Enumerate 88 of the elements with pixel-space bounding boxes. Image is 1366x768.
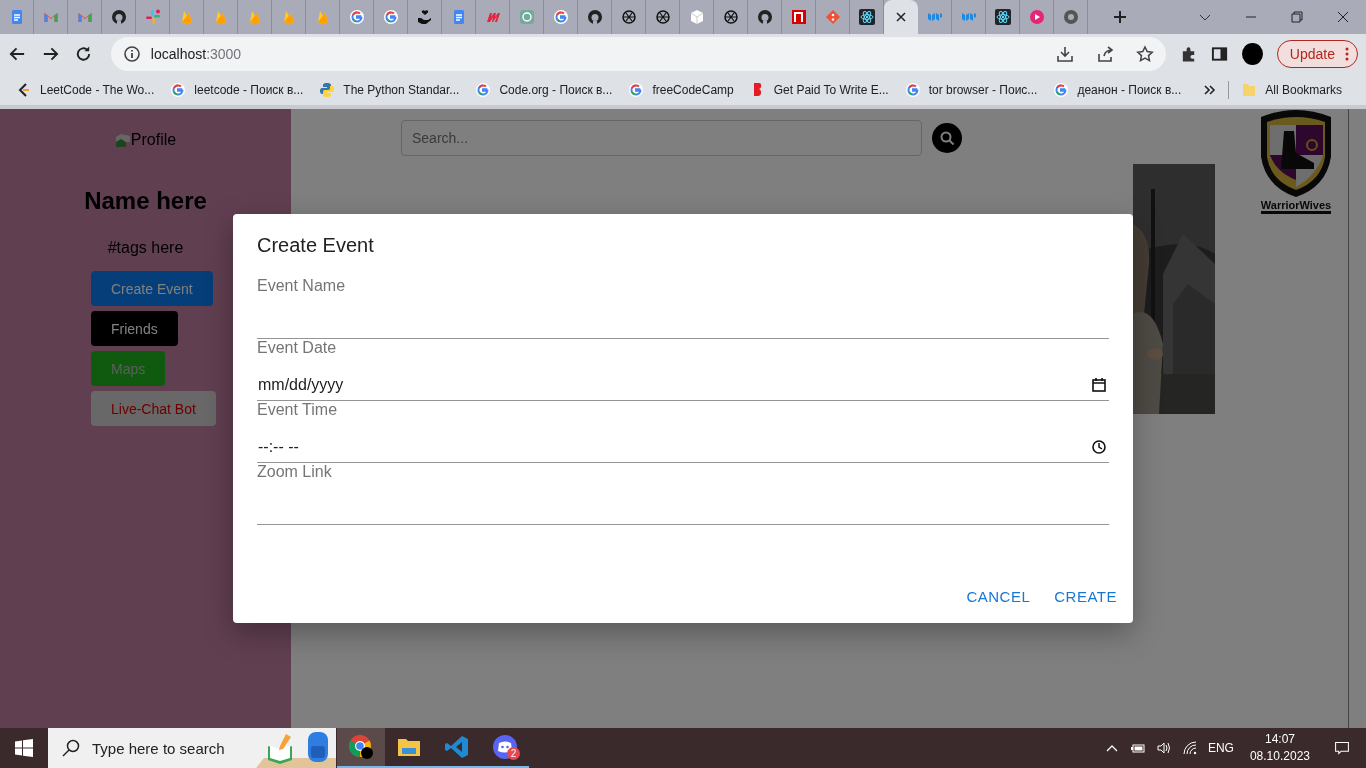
bookmark-folder[interactable]: All Bookmarks xyxy=(1241,81,1342,98)
search-icon xyxy=(62,739,80,757)
circle-icon xyxy=(1062,9,1079,25)
restore-icon[interactable] xyxy=(1291,11,1303,23)
folder-icon xyxy=(1241,81,1258,98)
bookmark[interactable]: freeCodeCamp xyxy=(628,81,734,98)
search-icon xyxy=(939,130,955,146)
google-icon xyxy=(348,9,365,25)
bookmark-label: The Python Standar... xyxy=(343,82,460,97)
bookmark-label: Get Paid To Write E... xyxy=(773,82,889,97)
field-label: Event Time xyxy=(257,401,338,419)
input-field[interactable]: mm/dd/yyyy xyxy=(257,369,1109,401)
google-icon xyxy=(382,9,399,25)
language-indicator[interactable]: ENG xyxy=(1207,741,1234,755)
profile-avatar[interactable] xyxy=(1242,43,1263,65)
dialog-button[interactable]: CANCEL xyxy=(958,580,1039,613)
windows-icon[interactable] xyxy=(15,739,33,757)
google-icon xyxy=(628,81,645,98)
google-icon xyxy=(170,81,187,98)
share-icon[interactable] xyxy=(1095,45,1114,63)
profile-name: Name here xyxy=(84,187,207,215)
hash-icon xyxy=(144,9,161,25)
logo-text: WarriorWives xyxy=(1260,199,1332,214)
bookmark-label: tor browser - Поис... xyxy=(928,82,1038,97)
bookmark-label: freeCodeCamp xyxy=(652,82,734,97)
taskbar-search-field[interactable]: Type here to search xyxy=(48,728,336,768)
taskbar-app[interactable]: 2 xyxy=(481,728,529,768)
plus-icon[interactable] xyxy=(1112,9,1128,25)
calendar-icon[interactable] xyxy=(1091,377,1107,393)
code-editor-icon xyxy=(444,734,470,760)
input-field[interactable]: --:-- -- xyxy=(257,431,1109,463)
broken-image-icon xyxy=(114,132,131,148)
bookmark[interactable]: leetcode - Поиск в... xyxy=(170,81,304,98)
google-icon xyxy=(1053,81,1070,98)
field-label: Event Name xyxy=(257,277,346,295)
bookmark[interactable]: LeetCode - The Wo... xyxy=(16,81,155,98)
sidebar-icon[interactable] xyxy=(1210,45,1228,63)
bookmark[interactable]: The Python Standar... xyxy=(319,81,460,98)
field-label: Zoom Link xyxy=(257,463,332,481)
bookmark-label: Code.org - Поиск в... xyxy=(499,82,613,97)
clock-time: 14:07 xyxy=(1264,731,1295,748)
dialog-button[interactable]: CREATE xyxy=(1046,580,1125,613)
notification-badge: 2 xyxy=(507,747,520,760)
search-field[interactable]: Search... xyxy=(401,120,922,156)
address-bar[interactable]: localhost:3000 xyxy=(110,37,1166,71)
field-label: Event Date xyxy=(257,339,337,357)
search-button[interactable] xyxy=(932,123,962,153)
square-icon xyxy=(790,9,807,25)
google-icon xyxy=(475,81,492,98)
clock[interactable]: 14:07 08.10.2023 xyxy=(1249,731,1310,765)
bookmark-label: All Bookmarks xyxy=(1265,82,1342,97)
cube-icon xyxy=(688,9,705,25)
star-icon[interactable] xyxy=(1135,45,1154,63)
bookmark[interactable]: Get Paid To Write E... xyxy=(749,81,889,98)
play-icon xyxy=(1028,9,1045,25)
chrome-icon xyxy=(348,734,374,760)
atom-icon xyxy=(858,9,875,25)
speaker-icon[interactable] xyxy=(1155,740,1172,756)
info-icon[interactable] xyxy=(122,45,141,63)
hand-heart-icon xyxy=(416,9,433,25)
bookmark-label: деанон - Поиск в... xyxy=(1077,82,1182,97)
google-icon xyxy=(552,9,569,25)
notification-icon[interactable] xyxy=(1334,740,1350,756)
close-icon[interactable] xyxy=(1337,11,1349,23)
snake-icon xyxy=(319,81,336,98)
update-button[interactable]: Update xyxy=(1276,40,1358,68)
bookmark[interactable]: деанон - Поиск в... xyxy=(1053,81,1182,98)
taskbar-app[interactable] xyxy=(337,728,385,768)
google-icon xyxy=(904,81,921,98)
bookmark-label: LeetCode - The Wo... xyxy=(40,82,155,97)
install-icon[interactable] xyxy=(1055,45,1074,63)
bookmark[interactable]: tor browser - Поис... xyxy=(904,81,1038,98)
search-placeholder: Type here to search xyxy=(92,739,225,757)
diamond-icon xyxy=(824,9,841,25)
profile-alt-text: Profile xyxy=(130,131,177,149)
bracket-icon xyxy=(16,81,32,98)
dialog-title: Create Event xyxy=(257,234,375,257)
bookmark[interactable]: Code.org - Поиск в... xyxy=(475,81,613,98)
clock-date: 08.10.2023 xyxy=(1249,748,1310,765)
bookmark-label: leetcode - Поиск в... xyxy=(194,82,304,97)
atom-icon xyxy=(994,9,1011,25)
sidebar-button[interactable]: Friends xyxy=(91,311,178,346)
chevron-double-right-icon[interactable] xyxy=(1204,83,1217,96)
url-text: localhost:3000 xyxy=(150,46,242,62)
wifi-icon[interactable] xyxy=(1181,740,1198,756)
more-icon xyxy=(1345,47,1349,61)
clock-icon[interactable] xyxy=(1091,439,1107,455)
profile-tags: #tags here xyxy=(107,239,184,257)
